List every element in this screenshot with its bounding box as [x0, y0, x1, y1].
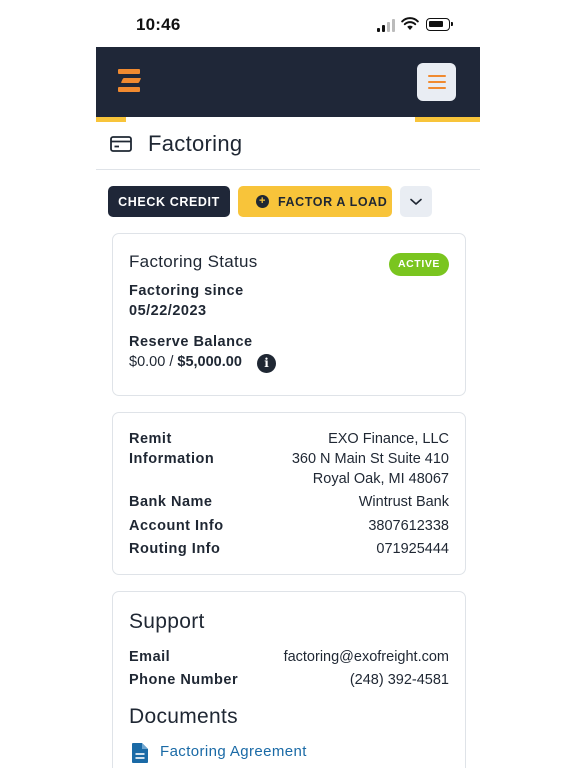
signal-icon	[377, 19, 395, 32]
plus-circle-icon: +	[256, 195, 269, 208]
remit-city: Royal Oak, MI 48067	[312, 471, 449, 487]
routing-info-label: Routing Info	[129, 541, 221, 557]
header-accent-bar	[96, 117, 480, 122]
email-value[interactable]: factoring@exofreight.com	[284, 649, 449, 665]
bank-name-label: Bank Name	[129, 494, 213, 510]
factor-a-load-button[interactable]: + FACTOR A LOAD	[238, 186, 392, 217]
wifi-icon	[401, 17, 419, 30]
more-actions-button[interactable]	[400, 186, 432, 217]
factoring-status-heading: Factoring Status	[129, 252, 258, 271]
support-heading: Support	[129, 610, 205, 633]
routing-info-value: 071925444	[376, 541, 449, 557]
factoring-since-date: 05/22/2023	[129, 303, 207, 319]
reserve-separator: /	[165, 354, 178, 370]
logo-icon[interactable]	[118, 69, 144, 95]
hamburger-icon	[428, 75, 446, 77]
phone-screen: 10:46 Factoring CHECK CREDIT + FACTOR A …	[96, 0, 480, 768]
support-card: Support Email factoring@exofreight.com P…	[112, 591, 466, 768]
app-header	[96, 47, 480, 119]
factoring-since-label: Factoring since	[129, 283, 244, 299]
documents-heading: Documents	[129, 705, 238, 728]
status-time: 10:46	[136, 15, 181, 34]
remit-label-line1: Remit	[129, 431, 172, 447]
status-bar: 10:46	[96, 0, 480, 46]
email-label: Email	[129, 649, 171, 665]
check-credit-button[interactable]: CHECK CREDIT	[108, 186, 230, 217]
page-title: Factoring	[148, 131, 243, 156]
status-badge: ACTIVE	[389, 253, 449, 276]
battery-icon	[426, 18, 453, 31]
phone-number-label: Phone Number	[129, 672, 239, 688]
bank-name-value: Wintrust Bank	[358, 494, 449, 510]
reserve-balance-label: Reserve Balance	[129, 334, 253, 350]
factor-a-load-label: FACTOR A LOAD	[278, 194, 388, 209]
remit-information-card: Remit Information EXO Finance, LLC 360 N…	[112, 412, 466, 575]
document-icon	[132, 743, 148, 763]
remit-label-line2: Information	[129, 451, 215, 467]
remit-street: 360 N Main St Suite 410	[291, 451, 449, 467]
info-icon[interactable]: i	[257, 354, 276, 373]
remit-name: EXO Finance, LLC	[328, 431, 449, 447]
chevron-down-icon	[410, 198, 422, 205]
reserve-current: $0.00	[129, 354, 166, 370]
reserve-balance-value: $0.00 / $5,000.00	[129, 354, 242, 370]
account-info-value: 3807612338	[368, 518, 449, 534]
reserve-total: $5,000.00	[177, 354, 242, 370]
factoring-agreement-label: Factoring Agreement	[160, 743, 307, 760]
menu-button[interactable]	[417, 63, 456, 101]
phone-number-value[interactable]: (248) 392-4581	[350, 672, 449, 688]
page-title-row: Factoring	[96, 125, 480, 170]
account-info-label: Account Info	[129, 518, 224, 534]
factoring-status-card: Factoring Status ACTIVE Factoring since …	[112, 233, 466, 396]
credit-card-icon	[110, 136, 132, 152]
